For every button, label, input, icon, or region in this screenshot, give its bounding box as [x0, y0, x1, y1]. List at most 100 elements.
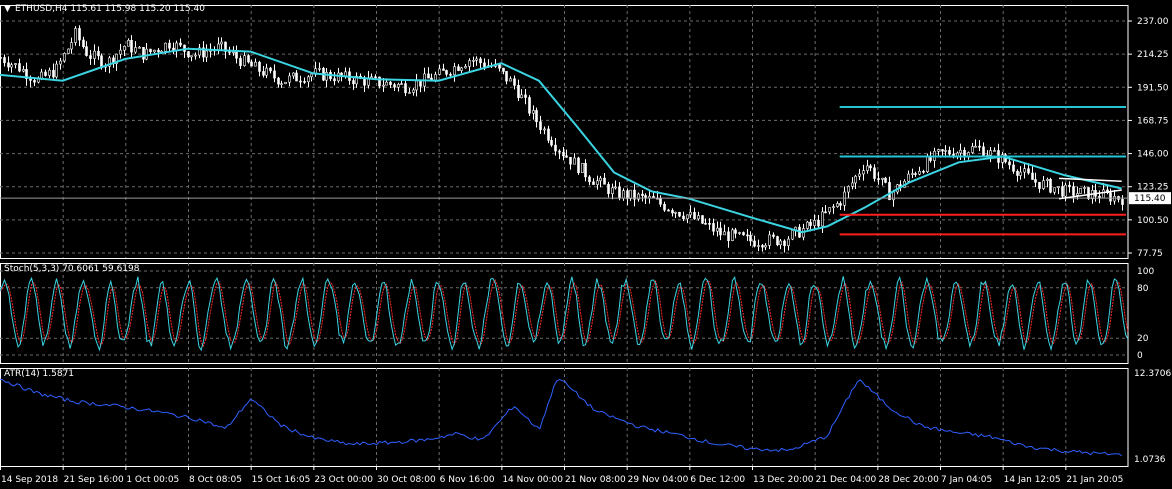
candle-body	[678, 212, 681, 217]
candle-body	[78, 28, 81, 41]
candle-body	[220, 41, 223, 45]
candle-body	[1012, 164, 1015, 172]
candle-body	[273, 70, 276, 79]
candle-body	[404, 83, 407, 94]
time-tick-label: 29 Nov 04:00	[628, 475, 689, 485]
candle-body	[74, 28, 77, 43]
candle-body	[577, 157, 580, 173]
candle-body	[596, 180, 599, 185]
candle-body	[134, 47, 137, 53]
candle-body	[269, 67, 272, 72]
time-tick-label: 21 Nov 08:00	[565, 475, 626, 485]
candle-body	[851, 182, 854, 187]
candle-body	[1102, 189, 1105, 199]
symbol-header: ETHUSD,H4 115.61 115.98 115.20 115.40	[15, 4, 205, 14]
candle-body	[847, 186, 850, 193]
candle-body	[438, 68, 441, 75]
candle-body	[535, 110, 538, 122]
candle-body	[1008, 161, 1011, 166]
candle-body	[663, 203, 666, 211]
candle-body	[168, 42, 171, 49]
candle-body	[1053, 187, 1056, 193]
candle-body	[1042, 180, 1045, 189]
time-tick-label: 14 Sep 2018	[1, 475, 58, 485]
candle-body	[419, 80, 422, 87]
candle-body	[434, 74, 437, 81]
candle-body	[742, 232, 745, 236]
candle-body	[813, 220, 816, 226]
candle-body	[1098, 195, 1101, 199]
candle-body	[607, 183, 610, 194]
candle-body	[442, 68, 445, 71]
candle-body	[937, 149, 940, 152]
candle-body	[1113, 196, 1116, 202]
candle-body	[119, 49, 122, 55]
candle-body	[686, 214, 689, 220]
candle-body	[569, 156, 572, 165]
candle-body	[1068, 184, 1071, 187]
candle-body	[922, 171, 925, 173]
candle-body	[963, 149, 966, 157]
candle-body	[318, 68, 321, 70]
time-tick-label: 21 Jan 20:05	[1066, 475, 1123, 485]
candle-body	[809, 221, 812, 226]
candle-body	[33, 80, 36, 83]
candle-body	[449, 73, 452, 76]
candle-body	[292, 72, 295, 77]
price-tick-label: 146.00	[1137, 150, 1169, 160]
candle-body	[712, 223, 715, 232]
candle-body	[528, 97, 531, 114]
time-tick-label: 13 Dec 20:00	[753, 475, 814, 485]
candle-body	[839, 203, 842, 206]
price-tick-label: 77.75	[1137, 249, 1163, 259]
candle-body	[866, 165, 869, 171]
time-tick-label: 21 Dec 04:00	[816, 475, 877, 485]
candle-body	[787, 238, 790, 246]
candle-body	[671, 210, 674, 214]
atr-tick-label: 12.3706	[1134, 369, 1171, 379]
candle-body	[873, 167, 876, 179]
candle-body	[824, 211, 827, 214]
candle-body	[130, 40, 133, 53]
stoch-tick-label: 20	[1137, 334, 1149, 344]
candle-body	[1087, 187, 1090, 200]
candle-body	[768, 234, 771, 246]
candle-body	[888, 182, 891, 201]
candle-body	[1076, 193, 1079, 196]
candle-body	[14, 63, 17, 65]
candle-body	[7, 62, 10, 68]
candle-body	[55, 63, 58, 78]
candle-body	[337, 72, 340, 82]
candle-body	[626, 190, 629, 199]
candle-body	[982, 146, 985, 157]
candle-body	[48, 69, 51, 76]
symbol-dropdown-icon[interactable]: ▼	[4, 4, 11, 14]
candle-body	[1038, 181, 1041, 189]
candle-body	[479, 58, 482, 64]
candle-body	[468, 60, 471, 67]
candle-body	[239, 57, 242, 66]
time-tick-label: 15 Oct 16:05	[252, 475, 311, 485]
atr-header: ATR(14) 1.5871	[4, 369, 74, 379]
candle-body	[374, 76, 377, 79]
candle-body	[445, 70, 448, 75]
candle-body	[205, 50, 208, 58]
time-tick-label: 21 Sep 16:00	[64, 475, 124, 485]
candle-body	[100, 55, 103, 68]
candle-body	[907, 173, 910, 182]
candle-body	[978, 145, 981, 148]
candle-body	[247, 55, 250, 63]
candle-body	[573, 157, 576, 165]
candle-body	[1019, 171, 1022, 176]
candle-body	[944, 150, 947, 152]
candle-body	[734, 229, 737, 234]
candle-body	[667, 209, 670, 212]
candle-body	[854, 175, 857, 184]
candle-body	[779, 240, 782, 246]
candle-body	[400, 83, 403, 85]
trading-chart[interactable]: 237.00 214.25 191.50 168.75 146.00 123.25 100.…	[0, 0, 1172, 489]
stoch-header: Stoch(5,3,3) 70.6061 59.6198	[4, 264, 140, 274]
candle-body	[817, 220, 820, 227]
candle-body	[1031, 172, 1034, 180]
candle-body	[719, 227, 722, 236]
